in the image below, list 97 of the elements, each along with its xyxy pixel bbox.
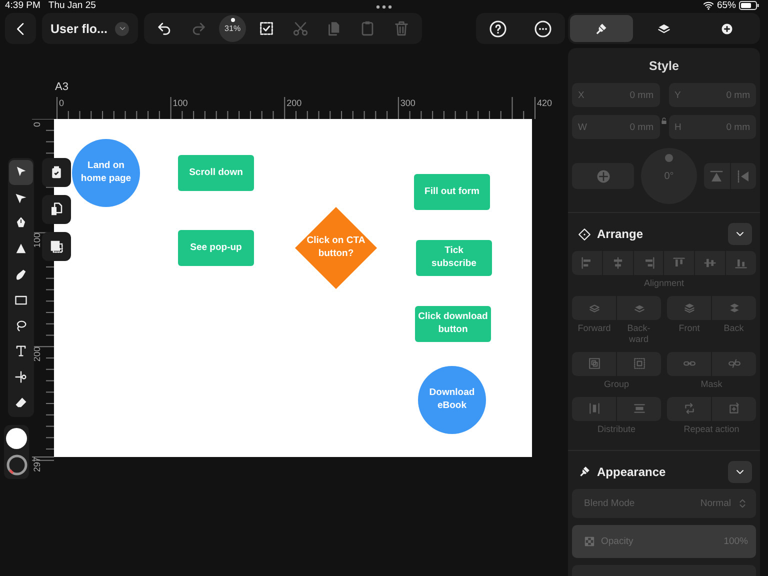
lock-icon (660, 117, 668, 125)
align-button[interactable] (664, 251, 694, 275)
pages-icon (49, 202, 64, 217)
scissors-icon (292, 20, 309, 37)
align-button[interactable] (634, 251, 664, 275)
align-button[interactable] (602, 251, 633, 275)
layer-back-icon (728, 302, 740, 314)
page-select-icon (49, 239, 64, 254)
flip-vertical-button[interactable] (704, 163, 730, 189)
arrange-order-button[interactable] (572, 296, 616, 320)
tool-button[interactable] (9, 160, 33, 185)
arrange-button[interactable] (617, 352, 661, 376)
ruler-label: 0 (32, 122, 42, 127)
document-title: User flo... (50, 22, 108, 36)
arrange-button[interactable] (667, 352, 711, 376)
checker-icon (584, 536, 595, 546)
arrange-order-button[interactable] (712, 296, 756, 320)
align-button[interactable] (695, 251, 726, 275)
ruler-label: 297 (32, 456, 42, 472)
page-action-button[interactable] (42, 232, 71, 261)
ruler-label: 200 (32, 346, 42, 362)
layers-icon (657, 22, 671, 36)
more-icon (534, 20, 552, 38)
brush-icon (594, 22, 608, 36)
zoom-button[interactable]: 31% (219, 15, 246, 42)
arrange-button[interactable] (712, 352, 756, 376)
process-node: Scroll down (178, 155, 254, 191)
document-title-button[interactable]: User flo... (42, 13, 138, 44)
process-node: Tick subscribe (416, 240, 492, 276)
diamond-icon (578, 228, 591, 240)
move-icon (596, 168, 610, 184)
battery-percent: 65% (716, 0, 736, 11)
terminal-node: Download eBook (418, 366, 486, 434)
brush-icon (578, 465, 591, 478)
arrange-button[interactable] (617, 396, 661, 420)
align-button[interactable] (726, 251, 756, 275)
process-node: Click download button (415, 306, 491, 342)
arrange-button[interactable] (667, 396, 711, 420)
lasso-icon (14, 318, 28, 333)
page-action-button[interactable] (42, 158, 71, 187)
checkbox-icon (258, 20, 276, 37)
style-tab[interactable] (570, 15, 633, 42)
status-date: Thu Jan 25 (48, 0, 96, 11)
text-tool-icon (14, 344, 28, 358)
trash-icon (392, 20, 410, 37)
align-button[interactable] (572, 251, 602, 275)
ruler-label: 300 (400, 98, 416, 108)
wifi-icon (702, 0, 714, 11)
distribute-icon (588, 402, 600, 415)
ruler-label: 420 (537, 98, 552, 108)
repeat-icon (682, 402, 696, 415)
back-button[interactable] (5, 13, 36, 44)
clipboard-check-icon (49, 165, 64, 180)
group-icon (588, 357, 600, 370)
multitasking-dots-icon (376, 5, 392, 9)
layer-front-icon (682, 302, 696, 314)
flip-horizontal-icon (736, 168, 751, 184)
page-size-label: A3 (55, 81, 70, 95)
section-title: Arrange (597, 227, 644, 241)
decision-node: Click on CTA button? (295, 207, 377, 289)
process-node: Fill out form (414, 174, 490, 210)
distribute-horizontal-icon (632, 402, 646, 415)
chevron-down-icon (118, 24, 127, 33)
broken-link-icon (728, 357, 740, 370)
collapse-button[interactable] (728, 460, 752, 482)
ruler-label: 0 (59, 98, 64, 108)
flip-vertical-icon (709, 168, 724, 184)
add-icon (720, 22, 734, 36)
arrange-button[interactable] (712, 396, 756, 420)
align-middle-icon (703, 256, 718, 270)
move-button[interactable] (572, 163, 634, 189)
rectangle-icon (14, 293, 28, 308)
brush-stroke-icon (14, 268, 28, 282)
help-icon (489, 20, 508, 38)
up-down-icon (737, 498, 748, 508)
eraser-icon (14, 396, 28, 410)
panel-title: Style (648, 58, 680, 75)
status-time: 4:39 PM (5, 0, 40, 11)
ruler-label: 200 (286, 98, 302, 108)
page-action-button[interactable] (42, 195, 71, 224)
ruler-label: 100 (172, 98, 188, 108)
flip-horizontal-button[interactable] (730, 163, 756, 189)
stroke-swatch[interactable] (6, 454, 28, 476)
scissors-node-icon (14, 370, 28, 384)
ungroup-icon (632, 357, 646, 370)
fill-swatch[interactable] (6, 428, 27, 449)
arrange-order-button[interactable] (617, 296, 661, 320)
ruler-label: 100 (32, 232, 42, 248)
arrange-order-button[interactable] (667, 296, 711, 320)
collapse-button[interactable] (728, 223, 752, 245)
arrange-button[interactable] (572, 396, 616, 420)
repeat-add-icon (728, 402, 740, 415)
section-title: Appearance (597, 464, 667, 478)
process-node: See pop-up (178, 230, 254, 266)
battery-icon (739, 1, 759, 10)
arrange-button[interactable] (572, 352, 616, 376)
terminal-node: Land on home page (72, 139, 140, 207)
